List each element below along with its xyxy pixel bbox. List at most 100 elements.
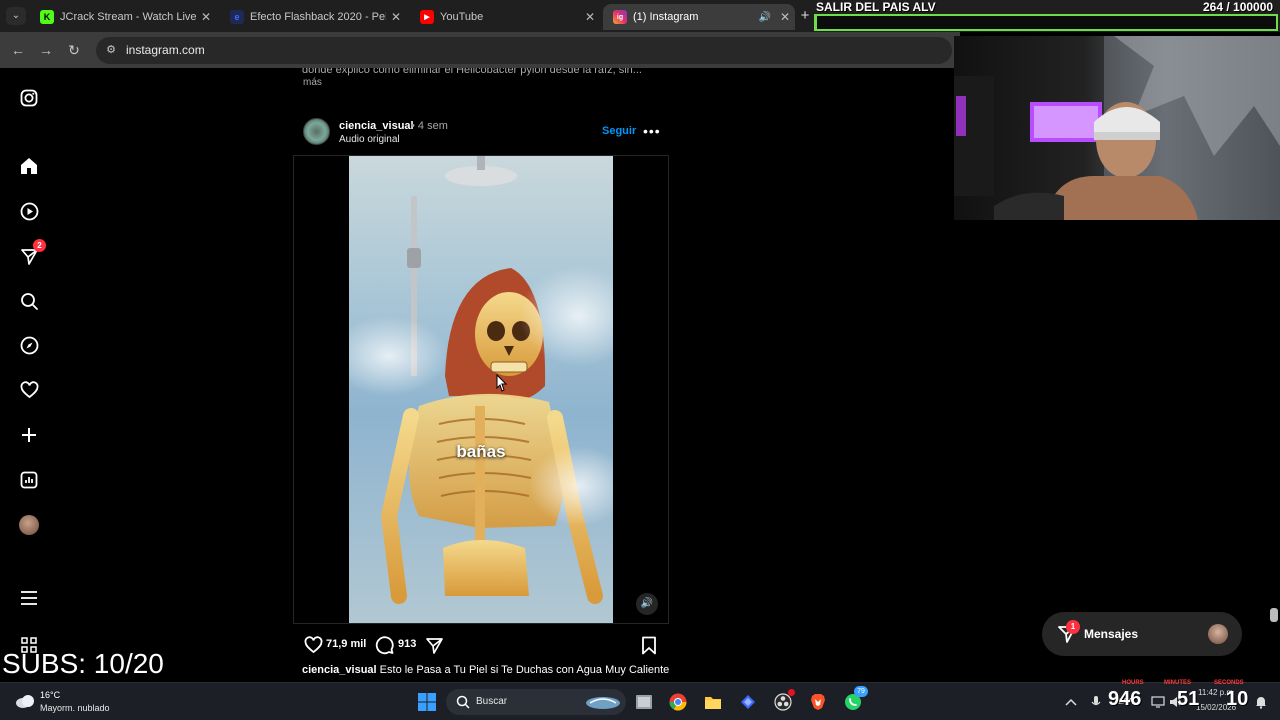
forward-button[interactable]: → — [36, 40, 56, 60]
timer-seconds: 10 — [1226, 688, 1249, 710]
whatsapp-icon[interactable]: 79 — [843, 686, 868, 712]
like-heart-icon[interactable] — [302, 634, 324, 656]
avatar — [1208, 624, 1228, 644]
close-tab-icon[interactable]: ✕ — [196, 10, 216, 24]
follow-button[interactable]: Seguir — [602, 125, 636, 137]
more-link[interactable]: más — [303, 77, 322, 88]
whatsapp-badge: 79 — [854, 686, 868, 697]
tab-title: Efecto Flashback 2020 - Película — [250, 11, 386, 23]
instagram-logo-icon[interactable] — [18, 87, 40, 109]
skeleton-illustration — [349, 156, 613, 604]
taskbar-search[interactable]: Buscar — [446, 689, 626, 715]
instagram-icon: ig — [613, 10, 627, 24]
more-menu-icon[interactable] — [18, 587, 40, 609]
tab-title: JCrack Stream - Watch Live on | — [60, 11, 196, 23]
messages-button[interactable]: 1 Mensajes — [1042, 612, 1242, 656]
scrollbar-thumb[interactable] — [1270, 608, 1278, 622]
goal-progress-fill — [816, 16, 818, 29]
post-author-avatar[interactable] — [303, 118, 330, 145]
close-tab-icon[interactable]: ✕ — [580, 10, 600, 24]
notification-badge: 2 — [33, 239, 46, 252]
share-icon[interactable] — [423, 634, 445, 656]
search-icon — [456, 695, 470, 709]
back-button[interactable]: ← — [8, 40, 28, 60]
more-options-icon[interactable]: ••• — [643, 123, 661, 139]
url-text: instagram.com — [126, 43, 205, 57]
site-settings-icon[interactable]: ⚙ — [104, 43, 118, 57]
instagram-page: 2 donde explico como eliminar el Helicob… — [0, 68, 960, 682]
microphone-icon[interactable] — [1086, 692, 1106, 712]
stream-goal-title: SALIR DEL PAIS ALV — [816, 0, 936, 14]
chrome-icon[interactable] — [668, 692, 688, 712]
new-tab-button[interactable]: + — [796, 6, 814, 26]
tab-youtube[interactable]: ▶ YouTube ✕ — [410, 4, 600, 30]
youtube-icon: ▶ — [420, 10, 434, 24]
home-icon[interactable] — [18, 155, 40, 177]
screen: ⌄ K JCrack Stream - Watch Live on | ✕ e … — [0, 0, 1280, 720]
webcam-scene — [954, 36, 1280, 220]
post-header: ciencia_visual • 4 sem Audio original Se… — [303, 118, 663, 148]
app-diamond-icon[interactable] — [738, 692, 758, 712]
timer-hours: 946 — [1108, 688, 1142, 710]
cloudy-weather-icon[interactable] — [14, 691, 36, 711]
tab-instagram[interactable]: ig (1) Instagram 🔊 ✕ — [603, 4, 795, 30]
weather-temperature[interactable]: 16°C — [40, 690, 60, 700]
obs-icon[interactable] — [773, 689, 795, 712]
post-time: • 4 sem — [411, 120, 448, 132]
comment-icon[interactable] — [373, 634, 395, 656]
close-tab-icon[interactable]: ✕ — [775, 10, 795, 24]
network-icon[interactable] — [1148, 692, 1168, 712]
weather-condition[interactable]: Mayorm. nublado — [40, 703, 110, 713]
comments-count[interactable]: 913 — [398, 638, 416, 650]
messages-label: Mensajes — [1084, 627, 1139, 641]
webcam-overlay — [954, 36, 1280, 220]
post-username[interactable]: ciencia_visual — [339, 120, 414, 132]
post-video[interactable]: bañas 🔊 — [293, 155, 669, 624]
video-caption-overlay: bañas — [456, 442, 506, 461]
site-icon: e — [230, 10, 244, 24]
reels-icon[interactable] — [18, 200, 40, 222]
create-plus-icon[interactable] — [18, 424, 40, 446]
direct-messages-icon[interactable]: 2 — [18, 239, 46, 267]
post-caption: ciencia_visual Esto le Pasa a Tu Piel si… — [302, 664, 669, 676]
video-frame: bañas — [349, 156, 613, 623]
browser-toolbar: ← → ↻ ⚙ instagram.com — [0, 32, 960, 68]
tab-search-button[interactable]: ⌄ — [6, 7, 26, 25]
brave-icon[interactable] — [808, 692, 828, 712]
search-icon[interactable] — [18, 290, 40, 312]
likes-count[interactable]: 71,9 mil — [326, 638, 366, 650]
profile-avatar[interactable] — [18, 514, 40, 536]
caption-username[interactable]: ciencia_visual — [302, 664, 377, 676]
tab-jcrack[interactable]: K JCrack Stream - Watch Live on | ✕ — [30, 4, 216, 30]
timer-seconds-label: SECONDS — [1214, 680, 1244, 686]
address-bar[interactable]: ⚙ instagram.com — [96, 37, 952, 64]
stream-goal-count: 264 / 100000 — [1203, 0, 1274, 14]
recording-dot — [788, 689, 795, 696]
caption-text: Esto le Pasa a Tu Piel si Te Duchas con … — [379, 664, 670, 676]
mute-toggle-icon[interactable]: 🔊 — [636, 593, 658, 615]
timer-minutes: 51 — [1177, 688, 1200, 710]
messages-badge: 1 — [1066, 620, 1080, 634]
tab-title: (1) Instagram — [633, 11, 699, 23]
file-explorer-icon[interactable] — [703, 692, 723, 712]
windows-start-icon[interactable] — [417, 692, 437, 712]
notifications-heart-icon[interactable] — [18, 379, 40, 401]
tab-title: YouTube — [440, 11, 484, 23]
search-highlight-icon — [586, 697, 620, 709]
reload-button[interactable]: ↻ — [64, 40, 84, 60]
post-audio[interactable]: Audio original — [339, 134, 400, 145]
task-view-icon[interactable] — [634, 692, 654, 712]
dashboard-icon[interactable] — [18, 469, 40, 491]
windows-taskbar: 16°C Mayorm. nublado Buscar 79 LAA 11:42… — [0, 682, 1280, 720]
notification-bell-icon[interactable] — [1251, 692, 1271, 712]
post-actions: 71,9 mil 913 — [302, 634, 662, 656]
close-tab-icon[interactable]: ✕ — [386, 10, 406, 24]
previous-post-caption: donde explico como eliminar el Helicobac… — [302, 68, 642, 76]
tab-efecto-flashback[interactable]: e Efecto Flashback 2020 - Película ✕ — [220, 4, 406, 30]
timer-hours-label: HOURS — [1122, 680, 1144, 686]
timer-minutes-label: MINUTES — [1164, 680, 1191, 686]
speaker-icon[interactable]: 🔊 — [755, 12, 775, 23]
explore-icon[interactable] — [18, 334, 40, 356]
chevron-up-icon[interactable] — [1061, 692, 1081, 712]
save-bookmark-icon[interactable] — [638, 634, 660, 656]
